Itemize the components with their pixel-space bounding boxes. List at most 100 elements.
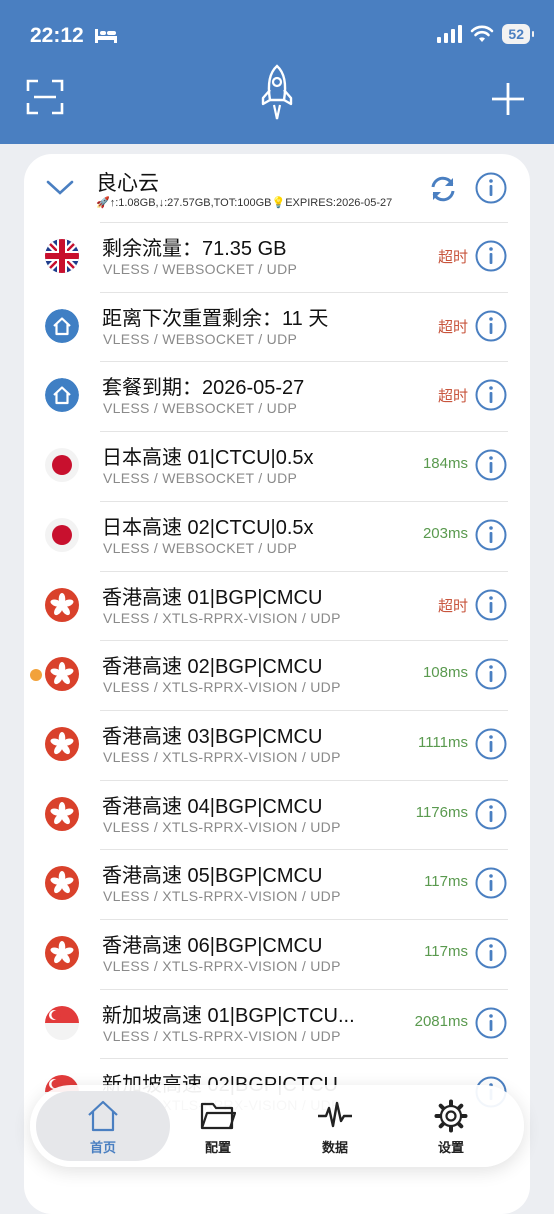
server-row[interactable]: 套餐到期：2026-05-27 VLESS / WEBSOCKET / UDP 超时 bbox=[24, 361, 530, 430]
tab-home[interactable]: 首页 bbox=[36, 1091, 170, 1161]
server-info-icon[interactable] bbox=[475, 728, 507, 760]
uk-flag-icon bbox=[45, 239, 79, 273]
tab-config[interactable]: 配置 bbox=[160, 1091, 276, 1161]
server-info-icon[interactable] bbox=[475, 449, 507, 481]
server-info-icon[interactable] bbox=[475, 310, 507, 342]
hong-kong-flag-icon bbox=[45, 866, 79, 901]
server-row[interactable]: 香港高速 01|BGP|CMCU VLESS / XTLS-RPRX-VISION… bbox=[24, 570, 530, 640]
row-divider bbox=[100, 709, 508, 711]
row-divider bbox=[100, 779, 508, 781]
tab-data[interactable]: 数据 bbox=[277, 1091, 393, 1161]
wifi-icon bbox=[471, 25, 494, 42]
latency-value: 超时 bbox=[437, 318, 468, 336]
server-name: 新加坡高速 01|BGP|CTCU... bbox=[102, 1004, 355, 1027]
server-protocol: VLESS / XTLS-RPRX-VISION / UDP bbox=[103, 609, 341, 626]
server-row[interactable]: 新加坡高速 01|BGP|CTCU... VLESS / XTLS-RPRX-VI… bbox=[24, 988, 530, 1058]
server-row[interactable]: 香港高速 03|BGP|CMCU VLESS / XTLS-RPRX-VISION… bbox=[24, 709, 530, 779]
server-protocol: VLESS / WEBSOCKET / UDP bbox=[103, 470, 298, 487]
server-name: 香港高速 06|BGP|CMCU bbox=[102, 935, 323, 957]
server-name: 剩余流量：71.35 GB bbox=[102, 238, 287, 260]
rocket-logo-icon bbox=[261, 64, 293, 120]
latency-value: 超时 bbox=[437, 597, 468, 615]
status-time: 22:12 bbox=[30, 24, 84, 47]
tab-data-label: 数据 bbox=[321, 1140, 348, 1155]
pulse-icon bbox=[318, 1101, 352, 1128]
server-protocol: VLESS / WEBSOCKET / UDP bbox=[103, 539, 298, 556]
selected-indicator bbox=[30, 669, 42, 682]
tab-home-label: 首页 bbox=[89, 1140, 116, 1155]
japan-flag-icon bbox=[45, 517, 79, 552]
server-info-icon[interactable] bbox=[475, 379, 507, 411]
subscription-group-header[interactable]: 良心云 🚀↑:1.08GB,↓:27.57GB,TOT:100GB💡EXPIRE… bbox=[24, 154, 530, 222]
tab-settings[interactable]: 设置 bbox=[393, 1091, 509, 1161]
app-header: 22:12 52 bbox=[0, 0, 554, 144]
hong-kong-flag-icon bbox=[45, 587, 79, 622]
server-row[interactable]: 香港高速 06|BGP|CMCU VLESS / XTLS-RPRX-VISION… bbox=[24, 919, 530, 988]
server-row[interactable]: 香港高速 05|BGP|CMCU VLESS / XTLS-RPRX-VISION… bbox=[24, 849, 530, 918]
server-info-icon[interactable] bbox=[475, 798, 507, 830]
add-icon[interactable] bbox=[490, 81, 526, 117]
row-divider bbox=[100, 500, 508, 502]
server-protocol: VLESS / XTLS-RPRX-VISION / UDP bbox=[103, 748, 341, 765]
cellular-signal-icon bbox=[437, 25, 463, 43]
server-info-icon[interactable] bbox=[475, 1007, 507, 1039]
row-divider bbox=[100, 640, 508, 642]
latency-value: 108ms bbox=[422, 664, 468, 682]
hong-kong-flag-icon bbox=[45, 657, 79, 692]
refresh-icon[interactable] bbox=[428, 174, 458, 204]
server-name: 日本高速 02|CTCU|0.5x bbox=[102, 516, 314, 539]
latency-value: 超时 bbox=[437, 388, 468, 406]
row-divider bbox=[100, 222, 508, 223]
group-info-icon[interactable] bbox=[475, 172, 507, 204]
tab-settings-label: 设置 bbox=[437, 1140, 464, 1155]
status-icons: 52 bbox=[436, 24, 534, 44]
server-name: 香港高速 04|BGP|CMCU bbox=[102, 795, 323, 818]
server-protocol: VLESS / XTLS-RPRX-VISION / UDP bbox=[103, 679, 341, 696]
server-name: 香港高速 03|BGP|CMCU bbox=[102, 725, 323, 748]
row-divider bbox=[100, 849, 508, 851]
bottom-tab-bar: 首页 配置 数据 设置 bbox=[30, 1085, 524, 1167]
server-name: 套餐到期：2026-05-27 bbox=[102, 377, 305, 400]
folder-icon bbox=[200, 1102, 236, 1130]
home-icon bbox=[45, 378, 79, 413]
row-divider bbox=[100, 431, 508, 433]
server-protocol: VLESS / XTLS-RPRX-VISION / UDP bbox=[103, 888, 341, 905]
server-protocol: VLESS / XTLS-RPRX-VISION / UDP bbox=[103, 958, 341, 974]
server-info-icon[interactable] bbox=[475, 240, 507, 272]
server-protocol: VLESS / XTLS-RPRX-VISION / UDP bbox=[103, 818, 341, 835]
row-divider bbox=[100, 919, 508, 920]
server-info-icon[interactable] bbox=[475, 658, 507, 690]
latency-value: 2081ms bbox=[414, 1012, 468, 1030]
latency-value: 117ms bbox=[424, 943, 468, 960]
hong-kong-flag-icon bbox=[45, 726, 79, 761]
server-info-icon[interactable] bbox=[475, 589, 507, 621]
server-row[interactable]: 剩余流量：71.35 GB VLESS / WEBSOCKET / UDP 超时 bbox=[24, 222, 530, 291]
server-list-card: 良心云 🚀↑:1.08GB,↓:27.57GB,TOT:100GB💡EXPIRE… bbox=[24, 154, 530, 1214]
server-name: 香港高速 01|BGP|CMCU bbox=[102, 586, 323, 609]
server-row[interactable]: 香港高速 02|BGP|CMCU VLESS / XTLS-RPRX-VISION… bbox=[24, 640, 530, 709]
server-name: 香港高速 05|BGP|CMCU bbox=[102, 865, 323, 888]
tab-config-label: 配置 bbox=[204, 1140, 231, 1155]
server-protocol: VLESS / WEBSOCKET / UDP bbox=[103, 330, 298, 347]
row-divider bbox=[100, 988, 508, 990]
row-divider bbox=[100, 1058, 508, 1060]
home-icon bbox=[88, 1100, 118, 1132]
battery-indicator: 52 bbox=[502, 24, 534, 44]
scan-qr-icon[interactable] bbox=[26, 79, 64, 115]
server-protocol: VLESS / XTLS-RPRX-VISION / UDP bbox=[103, 1027, 341, 1044]
server-info-icon[interactable] bbox=[475, 519, 507, 551]
chevron-down-icon[interactable] bbox=[46, 180, 74, 196]
server-row[interactable]: 距离下次重置剩余：11 天 VLESS / WEBSOCKET / UDP 超时 bbox=[24, 291, 530, 361]
group-usage-info: 🚀↑:1.08GB,↓:27.57GB,TOT:100GB💡EXPIRES:20… bbox=[96, 197, 393, 209]
group-name: 良心云 bbox=[96, 172, 159, 195]
latency-value: 117ms bbox=[424, 873, 468, 891]
server-info-icon[interactable] bbox=[475, 867, 507, 899]
server-protocol: VLESS / WEBSOCKET / UDP bbox=[103, 261, 298, 277]
server-info-icon[interactable] bbox=[475, 937, 507, 969]
server-row[interactable]: 香港高速 04|BGP|CMCU VLESS / XTLS-RPRX-VISION… bbox=[24, 779, 530, 849]
sleep-bed-icon bbox=[95, 29, 117, 43]
latency-value: 1111ms bbox=[417, 733, 468, 751]
server-row[interactable]: 日本高速 02|CTCU|0.5x VLESS / WEBSOCKET / UDP… bbox=[24, 500, 530, 570]
hong-kong-flag-icon bbox=[45, 796, 79, 831]
server-row[interactable]: 日本高速 01|CTCU|0.5x VLESS / WEBSOCKET / UDP… bbox=[24, 431, 530, 500]
